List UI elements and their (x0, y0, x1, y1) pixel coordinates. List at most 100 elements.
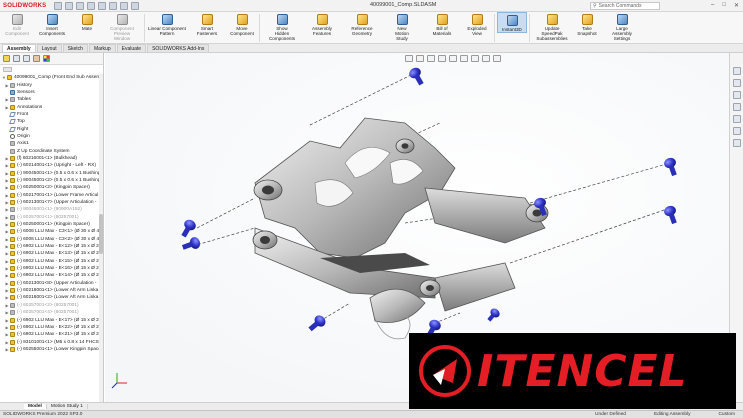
expand-toggle-icon[interactable]: ▶ (5, 177, 9, 184)
select-icon[interactable] (109, 1, 118, 10)
expand-toggle-icon[interactable]: ▶ (5, 214, 9, 221)
dimxpert-icon[interactable] (33, 55, 40, 62)
tab-markup[interactable]: Markup (88, 44, 116, 52)
reference-geometry-button[interactable]: Reference Geometry (342, 12, 382, 36)
scrollbar-thumb[interactable] (99, 214, 103, 254)
undo-icon[interactable] (98, 1, 107, 10)
tree-item[interactable]: ▶ (-) 60218001<1> (Lower Aft Arm Linka (0, 287, 103, 294)
tree-item[interactable]: ▶ (-) 60257001<2> (60257001) (0, 302, 103, 309)
front-end-bracket[interactable] (252, 117, 549, 340)
tree-item[interactable]: ▶ (-) 60250001<1> (Kingpin Spacer) (0, 221, 103, 228)
snapshot-button[interactable]: Take Snapshot (572, 12, 602, 36)
tree-item[interactable]: ▶ (-) 6902 LLU Max - E<21> (Ø 15 x Ø 2 (0, 331, 103, 338)
tree-item[interactable]: ▶ Annotations (0, 103, 103, 110)
tree-item[interactable]: ▶ (-) 6902 LLU Max - E<12> (Ø 15 x Ø 2 (0, 243, 103, 250)
component-preview-button[interactable]: Component Preview Window (102, 12, 142, 41)
expand-toggle-icon[interactable]: ▶ (5, 170, 9, 177)
view-palette-icon[interactable] (732, 103, 741, 111)
expand-toggle-icon[interactable]: ▶ (5, 192, 9, 199)
property-manager-icon[interactable] (13, 55, 20, 62)
tree-item[interactable]: Axis1 (0, 140, 103, 147)
close-button[interactable]: ✕ (734, 2, 739, 9)
custom-properties-icon[interactable] (732, 127, 741, 135)
edit-component-button[interactable]: Edit Component (2, 12, 32, 36)
bottom-tab-motion-study-1[interactable]: Motion Study 1 (47, 404, 88, 409)
file-explorer-icon[interactable] (732, 91, 741, 99)
expand-toggle-icon[interactable]: ▶ (5, 346, 9, 353)
expand-toggle-icon[interactable]: ▶ (5, 228, 9, 235)
instant3d-button[interactable]: Instant3D (497, 12, 527, 33)
maximize-button[interactable]: □ (722, 2, 726, 9)
tree-item[interactable]: ▶ (-) 60217001<1> (Lower Frame Articul (0, 192, 103, 199)
tree-item[interactable]: ▶ (-) 60213001<8> (Upper Articulation - (0, 280, 103, 287)
expand-toggle-icon[interactable]: ▶ (5, 302, 9, 309)
expand-toggle-icon[interactable]: ▶ (5, 331, 9, 338)
tab-solidworks-add-ins[interactable]: SOLIDWORKS Add-Ins (147, 44, 210, 52)
assembly-features-button[interactable]: Assembly Features (302, 12, 342, 36)
configuration-manager-icon[interactable] (23, 55, 30, 62)
show-hidden-button[interactable]: Show Hidden Components (262, 12, 302, 41)
tab-evaluate[interactable]: Evaluate (116, 44, 147, 52)
tree-item[interactable]: ▶ (-) 60218001<2> (Lower Aft Arm Linka (0, 294, 103, 301)
smart-fasteners-button[interactable]: Smart Fasteners (187, 12, 227, 36)
tree-item[interactable]: ▶ (-) 60255001<1> (Lower Kingpin Space (0, 346, 103, 353)
tree-item[interactable]: ▶ (-) 60257001<1> (60257001) (0, 214, 103, 221)
forum-icon[interactable] (732, 139, 741, 147)
tree-filter[interactable] (0, 65, 103, 74)
expand-toggle-icon[interactable]: ▶ (5, 82, 9, 89)
tree-item[interactable]: ▶ (-) 60213001<7> (Upper Articulation - (0, 199, 103, 206)
tree-item[interactable]: ▶ (-) 90045001<2> (0.5 x 0.6 x 1 Bushing (0, 177, 103, 184)
tree-item[interactable]: ▶ (-) 60250001<2> (Kingpin Spacer) (0, 184, 103, 191)
tree-item[interactable]: Right (0, 125, 103, 132)
solidworks-logo[interactable]: SOLIDWORKS (3, 3, 46, 9)
expand-toggle-icon[interactable]: ▶ (5, 162, 9, 169)
options-gear-icon[interactable] (131, 1, 140, 10)
move-component-button[interactable]: Move Component (227, 12, 257, 36)
tree-item[interactable]: ▶ (-) 6902 LLU Max - E<13> (Ø 15 x Ø 2 (0, 250, 103, 257)
tree-item[interactable]: ▶ (-) 90045001<1> (0.5 x 0.6 x 1 Bushing (0, 169, 103, 176)
expand-toggle-icon[interactable]: ▶ (5, 221, 9, 228)
tree-item[interactable]: ▶ (-) 6902 LLU Max - E<22> (Ø 15 x Ø 2 (0, 324, 103, 331)
expand-toggle-icon[interactable]: ▶ (5, 104, 9, 111)
display-manager-icon[interactable] (43, 55, 50, 62)
tab-layout[interactable]: Layout (36, 44, 62, 52)
appearances-icon[interactable] (732, 115, 741, 123)
expand-toggle-icon[interactable]: ▶ (5, 265, 9, 272)
tree-item[interactable]: ▼ 40099001_Comp (Front End Sub Assembly (0, 74, 103, 81)
expand-toggle-icon[interactable]: ▶ (5, 199, 9, 206)
tree-item[interactable]: Front (0, 111, 103, 118)
tree-item[interactable]: ▶ (-) 60257001<4> (60257001) (0, 309, 103, 316)
expand-toggle-icon[interactable]: ▶ (5, 317, 9, 324)
expand-toggle-icon[interactable]: ▼ (2, 74, 6, 81)
tab-sketch[interactable]: Sketch (62, 44, 88, 52)
exploded-view-button[interactable]: Exploded View (462, 12, 492, 36)
expand-toggle-icon[interactable]: ▶ (5, 287, 9, 294)
bom-button[interactable]: Bill of Materials (422, 12, 462, 36)
insert-components-button[interactable]: Insert Components (32, 12, 72, 36)
search-commands-input[interactable]: ⚲ Search Commands (590, 2, 660, 10)
expand-toggle-icon[interactable]: ▶ (5, 294, 9, 301)
expand-toggle-icon[interactable]: ▶ (5, 155, 9, 162)
tree-item[interactable]: ▶ Tables (0, 96, 103, 103)
expand-toggle-icon[interactable]: ▶ (5, 206, 9, 213)
feature-tree-scrollbar[interactable] (99, 74, 103, 402)
new-document-icon[interactable] (54, 1, 63, 10)
tree-item[interactable]: ▶ (-) 90045001<1> (90900A152) (0, 206, 103, 213)
resources-icon[interactable] (732, 67, 741, 75)
tree-item[interactable]: ▶ History (0, 81, 103, 88)
expand-toggle-icon[interactable]: ▶ (5, 272, 9, 279)
tree-item[interactable]: ▶ (f) 60216001<1> (Bulkhead) (0, 155, 103, 162)
save-icon[interactable] (76, 1, 85, 10)
tree-item[interactable]: ▶ (-) 6006 LLU Max - C3<2> (Ø 30 x Ø 42 (0, 236, 103, 243)
expand-toggle-icon[interactable]: ▶ (5, 96, 9, 103)
expand-toggle-icon[interactable]: ▶ (5, 309, 9, 316)
tree-item[interactable]: Z Up Coordinate System (0, 147, 103, 154)
tree-item[interactable]: Sensors (0, 89, 103, 96)
mate-button[interactable]: Mate (72, 12, 102, 31)
expand-toggle-icon[interactable]: ▶ (5, 324, 9, 331)
expand-toggle-icon[interactable]: ▶ (5, 280, 9, 287)
tree-item[interactable]: Origin (0, 133, 103, 140)
bottom-tab-model[interactable]: Model (24, 404, 47, 409)
print-icon[interactable] (87, 1, 96, 10)
design-library-icon[interactable] (732, 79, 741, 87)
